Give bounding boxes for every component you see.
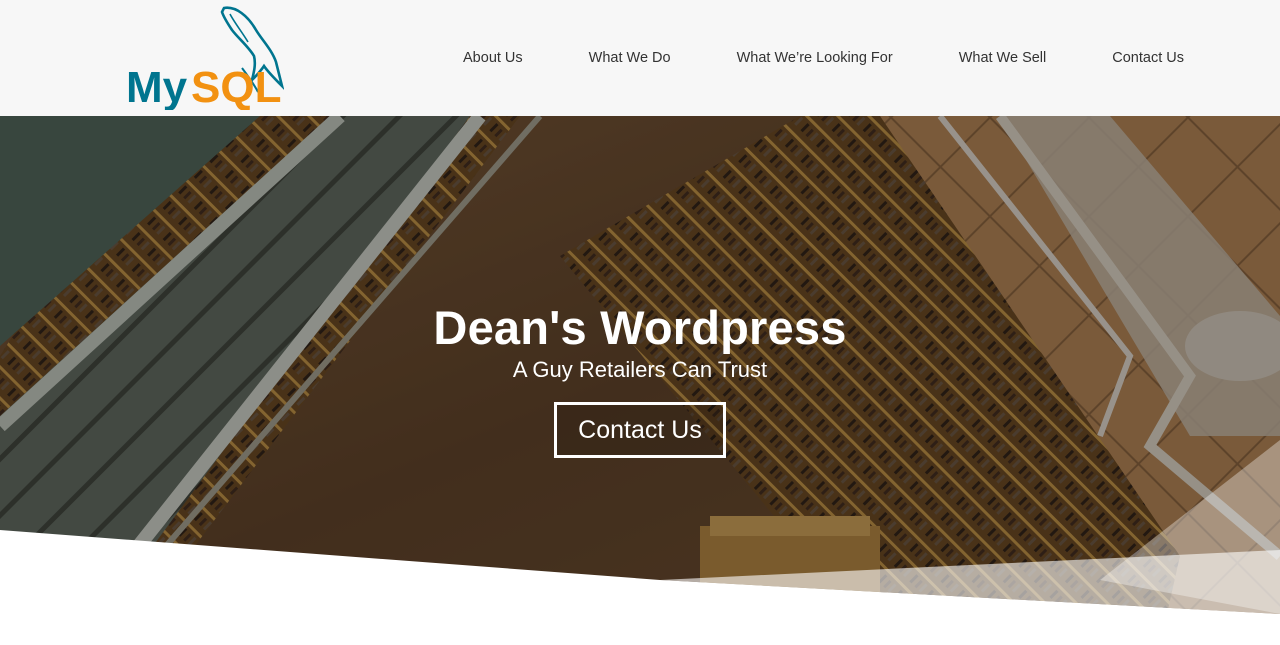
hero-content: Dean's Wordpress A Guy Retailers Can Tru… (0, 300, 1280, 458)
nav-what-were-looking-for[interactable]: What We’re Looking For (737, 50, 893, 66)
svg-text:TM: TM (269, 98, 278, 104)
svg-text:SQL: SQL (191, 63, 281, 110)
hero-subtitle: A Guy Retailers Can Trust (512, 357, 768, 382)
site-header: My SQL TM About Us What We Do What We’re… (0, 0, 1280, 116)
svg-text:My: My (126, 63, 188, 110)
nav-what-we-do[interactable]: What We Do (589, 50, 671, 66)
nav-about-us[interactable]: About Us (463, 50, 523, 66)
nav-contact-us[interactable]: Contact Us (1112, 50, 1184, 66)
nav-what-we-sell[interactable]: What We Sell (959, 50, 1047, 66)
hero-section: Dean's Wordpress A Guy Retailers Can Tru… (0, 116, 1280, 645)
hero-contact-button[interactable]: Contact Us (554, 402, 726, 458)
mysql-logo[interactable]: My SQL TM (124, 2, 285, 112)
main-navigation: About Us What We Do What We’re Looking F… (463, 0, 1184, 116)
hero-title: Dean's Wordpress (433, 301, 847, 354)
